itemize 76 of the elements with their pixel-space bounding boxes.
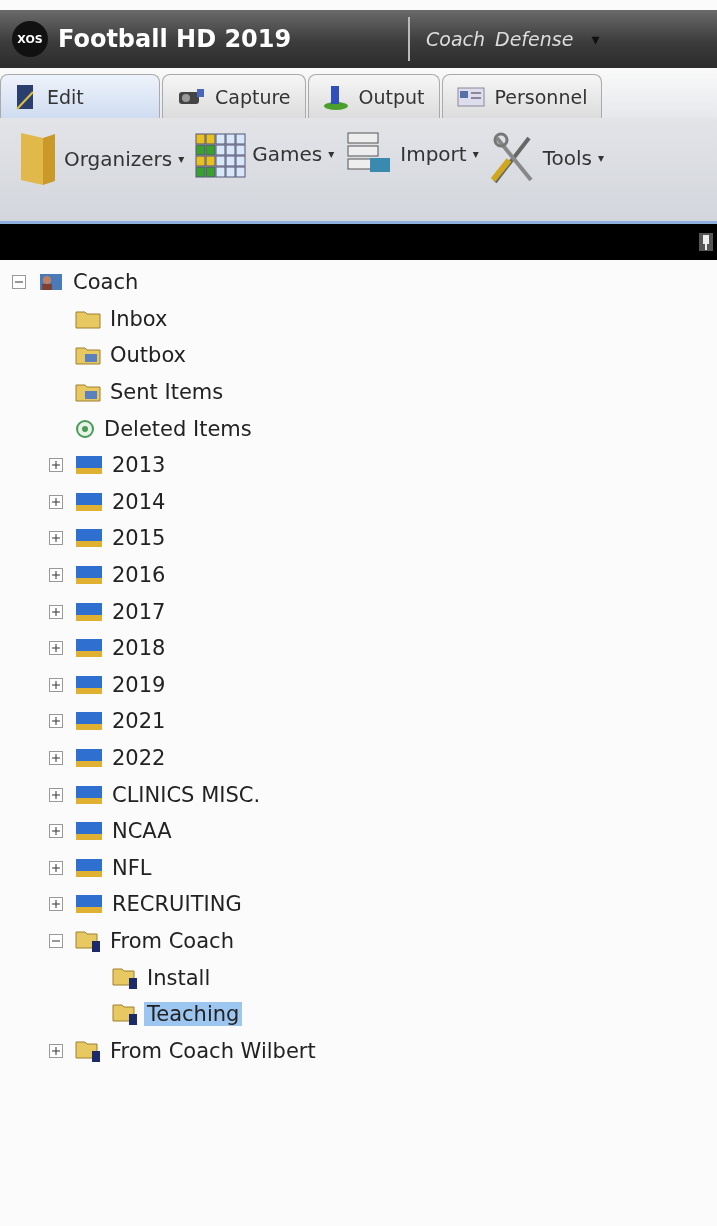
app-title: Football HD 2019 [58,25,293,53]
folder-icon [75,638,103,659]
tree-item[interactable]: 2016 [109,563,169,588]
folder-icon [75,528,103,549]
folder-icon [75,491,103,512]
tree-item[interactable]: 2021 [109,709,169,734]
folder-icon [75,784,103,805]
tree-item[interactable]: 2014 [109,489,169,514]
folder-icon [75,1038,101,1063]
tree-item[interactable]: NCAA [109,819,175,844]
tree-item[interactable]: From Coach Wilbert [107,1038,319,1063]
expand-toggle[interactable] [49,604,63,619]
tree-item[interactable]: 2015 [109,526,169,551]
tree-item[interactable]: Install [144,965,214,990]
folder-icon [75,748,103,768]
folder-icon [75,674,103,695]
expand-toggle[interactable] [49,641,63,656]
contacts-icon [38,272,64,293]
folder-icon [75,601,103,622]
expand-toggle[interactable] [49,751,63,765]
tree-item[interactable]: Deleted Items [101,416,255,441]
folder-icon [112,1002,138,1027]
expand-toggle[interactable] [49,714,63,729]
folder-icon [18,130,58,188]
toolbar-button[interactable]: Import ▾ [344,130,479,178]
tree-item[interactable]: 2018 [109,636,169,661]
folder-icon [75,565,103,586]
card-icon [456,86,485,107]
tree-item[interactable]: Coach [70,270,142,295]
tree-item[interactable]: Inbox [107,306,171,331]
user-name: Coach [426,28,486,50]
folder-icon [75,711,103,732]
expand-toggle[interactable] [49,677,63,692]
expand-toggle[interactable] [49,897,63,912]
folder-icon [75,455,103,476]
tree-item[interactable]: CLINICS MISC. [109,782,264,807]
tree-item[interactable]: 2013 [109,453,169,478]
role-name: Defense [495,28,574,50]
folder-icon [75,929,101,953]
folder-icon [75,894,103,915]
expand-toggle[interactable] [49,860,63,875]
toolbar-button[interactable]: Games ▾ [194,130,335,178]
tab[interactable]: Edit [0,74,160,118]
expand-toggle[interactable] [49,787,63,802]
tree-item[interactable]: From Coach [107,929,237,953]
expand-toggle[interactable] [49,494,63,509]
tab[interactable]: Capture [162,74,306,118]
expand-toggle[interactable] [49,458,63,473]
tab[interactable]: Output [307,74,440,118]
tree-item[interactable]: Teaching [144,1002,243,1027]
folder-icon [112,965,138,990]
tree-item[interactable]: 2017 [109,599,169,624]
toolbar-button[interactable]: Tools ▾ [488,130,604,186]
collapse-toggle[interactable] [49,934,63,948]
folder-icon [75,382,101,403]
expand-toggle[interactable] [49,1043,63,1058]
expand-toggle[interactable] [49,824,63,839]
expand-toggle[interactable] [49,531,63,546]
collapse-toggle[interactable] [12,275,26,290]
toolbar-button[interactable]: Organizers ▾ [18,130,185,188]
tree-item[interactable]: 2022 [109,746,169,770]
tree-item[interactable]: Sent Items [107,380,227,405]
folder-icon [75,308,101,329]
app-logo: XOS [12,21,48,57]
folder-icon [75,821,103,842]
folder-icon [75,857,103,878]
grid-icon [194,130,247,178]
tab[interactable]: Personnel [441,74,603,118]
tree-item[interactable]: RECRUITING [109,892,245,917]
book-icon [15,83,37,110]
tree-item[interactable]: NFL [109,855,155,880]
pin-icon[interactable] [699,233,713,251]
tree-item[interactable]: 2019 [109,672,169,697]
expand-toggle[interactable] [49,568,63,583]
tree-item[interactable]: Outbox [107,343,190,368]
folder-icon [75,345,101,366]
